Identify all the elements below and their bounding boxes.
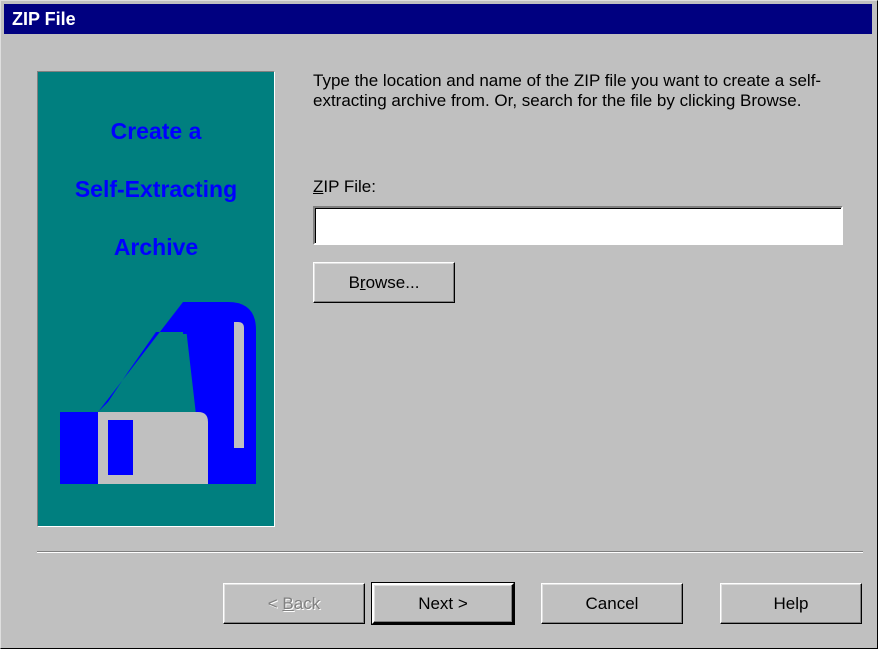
back-label-after: ack [293,594,321,613]
cancel-button[interactable]: Cancel [541,583,683,624]
back-button[interactable]: < Back [223,583,365,624]
separator [37,551,863,553]
zip-file-label: ZIP File: [313,177,376,197]
browse-button[interactable]: Browse... [313,262,455,303]
zip-file-label-mnemonic: Z [313,177,324,196]
zip-file-label-rest: IP File: [323,177,376,196]
next-button[interactable]: Next > [371,582,515,625]
back-label-mnemonic: B [282,594,294,613]
help-button[interactable]: Help [720,583,862,624]
browse-label-after: owse... [365,273,420,292]
floppy-disk-icon [60,302,256,484]
window-title: ZIP File [12,9,76,29]
title-bar: ZIP File [4,4,872,34]
instructions-text: Type the location and name of the ZIP fi… [313,71,822,110]
zip-file-input[interactable] [313,206,843,245]
wizard-window: ZIP File Create a Self-Extracting Archiv… [0,0,878,649]
back-label-before: < [267,594,283,613]
browse-label-before: B [348,273,360,292]
wizard-banner: Create a Self-Extracting Archive [37,71,275,527]
